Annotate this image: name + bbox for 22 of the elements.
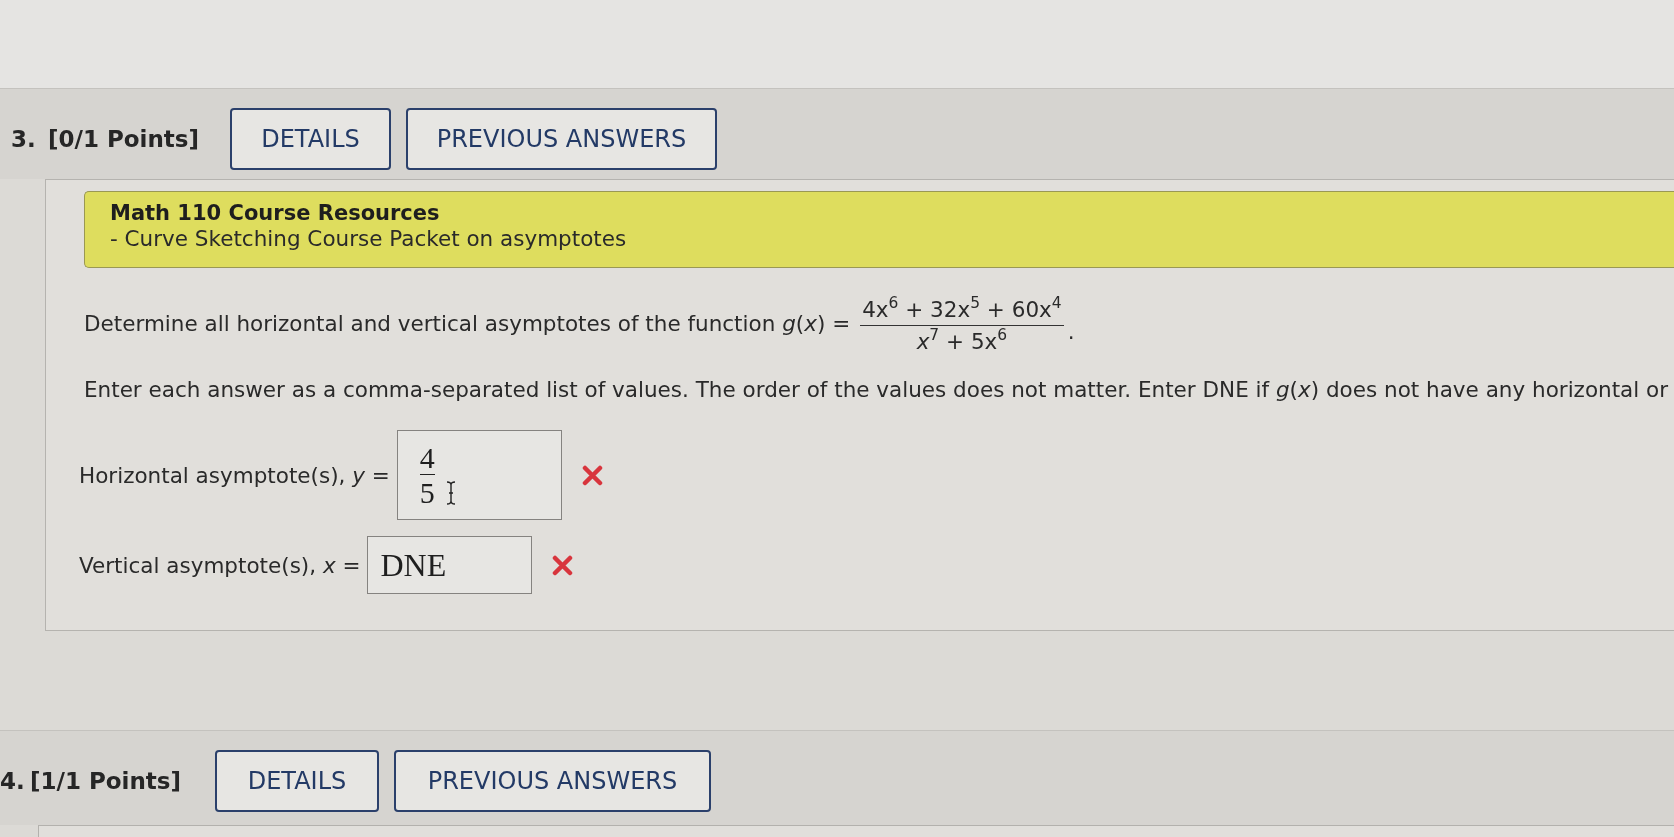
question-number: 3. [11,126,37,152]
answer-field[interactable]: 4 5 [396,430,562,520]
answer-label: Horizontal asymptote(s), y = [79,462,390,488]
resource-link[interactable]: - Curve Sketching Course Packet on asymptotes [110,225,1674,252]
details-button[interactable]: DETAILS [230,108,391,170]
points-score: [1/1 Points] [30,768,183,794]
answer-field[interactable]: DNE [367,536,533,594]
fraction-denominator: x$^{7}$ + 5x$^{6}$ [915,328,1009,356]
fraction-numerator: 4 [419,443,435,472]
previous-answers-button[interactable]: PREVIOUS ANSWERS [394,750,711,812]
points-score: [0/1 Points] [48,126,201,152]
previous-answers-button[interactable]: PREVIOUS ANSWERS [406,108,717,170]
question-number: 4. [0,768,26,794]
question-text: Determine all horizontal and vertical asymptotes of the function g(x) = [84,310,851,336]
fraction-numerator: 4x$^{6}$ + 32x$^{5}$ + 60x$^{4}$ [861,296,1063,324]
text-cursor-icon [445,481,456,505]
answer-label: Vertical asymptote(s), x = [79,552,361,578]
period-text: . [1067,318,1075,344]
instructions-text: Enter each answer as a comma-separated list of values. The order of the values does not matter. Enter DNE if g(x) does not have any horizontal or [84,376,1670,403]
details-button[interactable]: DETAILS [215,750,379,812]
resources-title: Math 110 Course Resources [110,199,441,226]
fraction-denominator: 5 [419,478,435,507]
